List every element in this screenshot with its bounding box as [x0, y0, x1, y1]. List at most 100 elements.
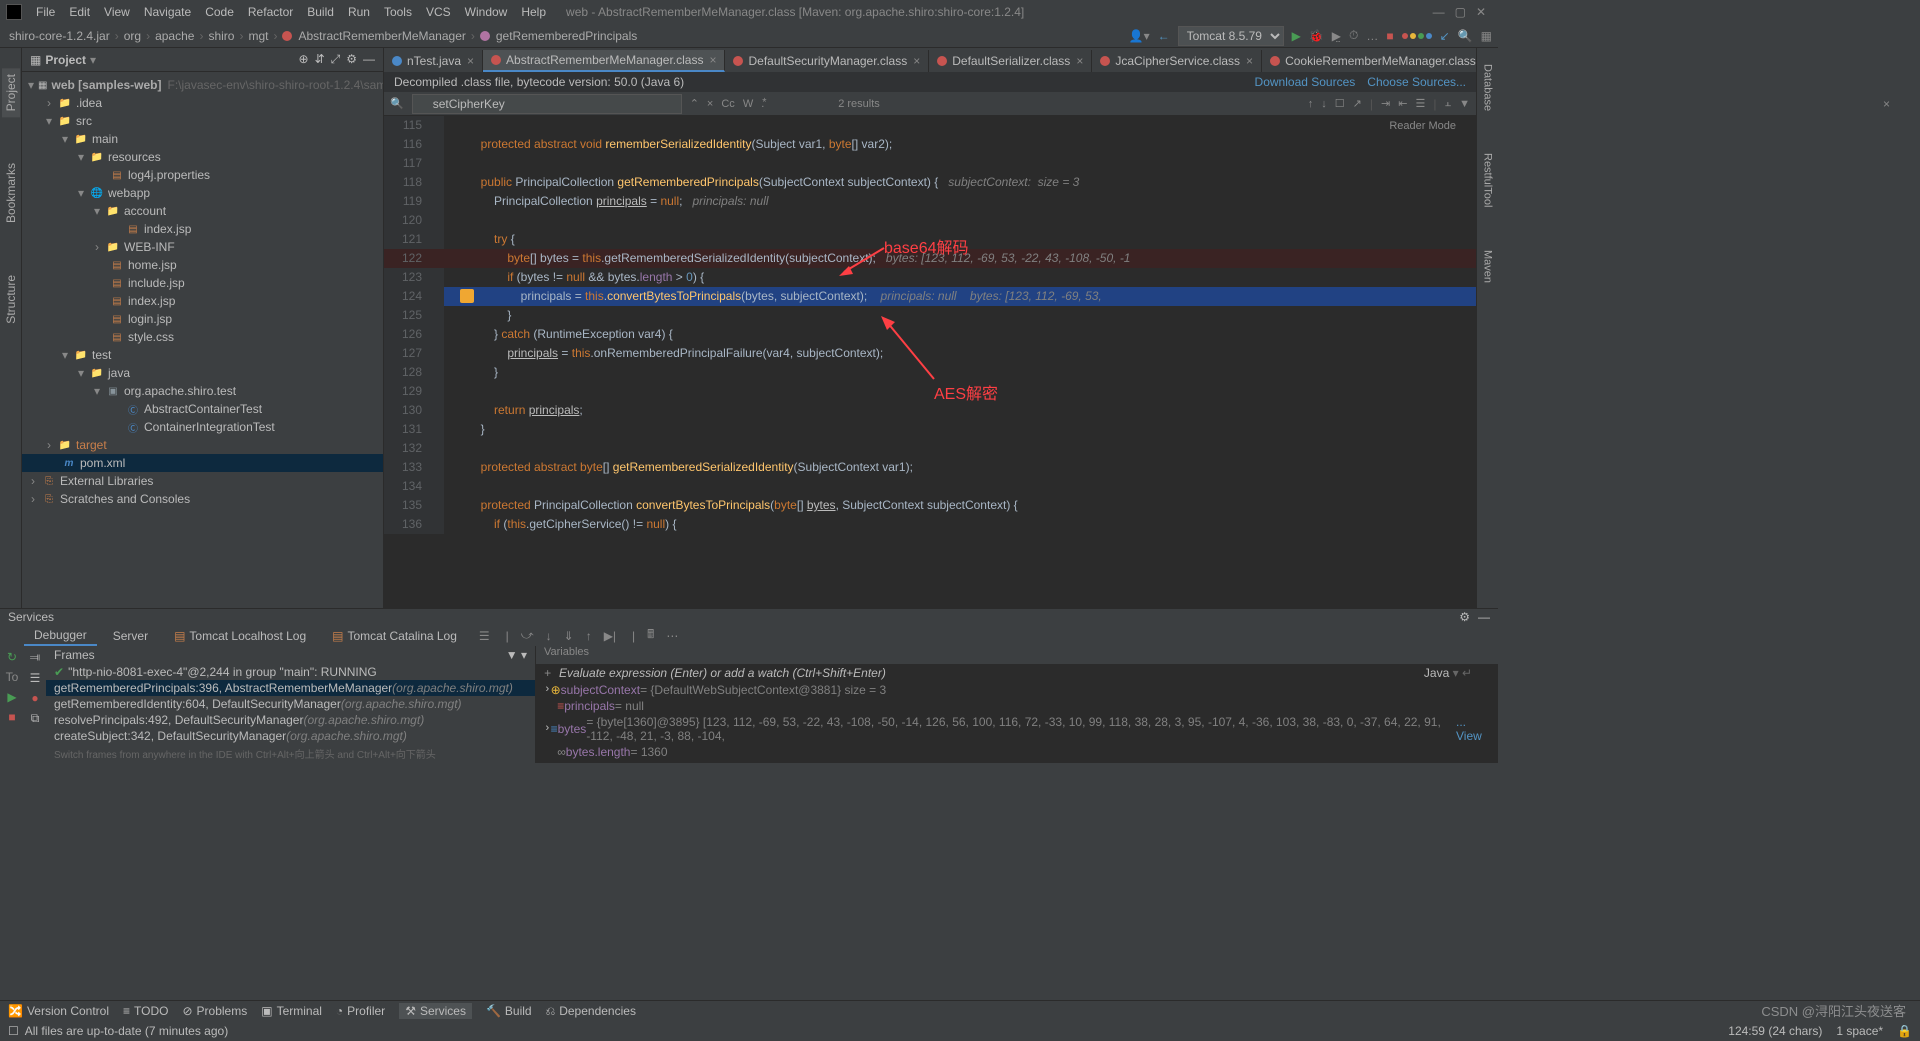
tomcat-icon[interactable]: To: [6, 670, 19, 684]
tab-defaultserializer[interactable]: DefaultSerializer.class×: [929, 50, 1092, 72]
tab-close-icon[interactable]: ×: [1246, 54, 1253, 68]
maximize-icon[interactable]: ▢: [1455, 5, 1466, 19]
run-config-select[interactable]: Tomcat 8.5.79: [1178, 26, 1284, 46]
filter4-icon[interactable]: ⫠: [1444, 97, 1451, 110]
menu-vcs[interactable]: VCS: [420, 3, 457, 21]
regex-icon[interactable]: .⃰: [761, 98, 764, 110]
view-more-link[interactable]: ... View: [1456, 715, 1490, 743]
var-row[interactable]: ∞ bytes.length = 1360: [536, 744, 1498, 760]
vcs-update-icon[interactable]: ↙: [1440, 29, 1450, 43]
var-row[interactable]: ≡ principals = null: [536, 698, 1498, 714]
btm-version-control[interactable]: 🔀 Version Control: [8, 1004, 109, 1018]
settings-icon[interactable]: ⚙: [346, 52, 357, 67]
tree-idea[interactable]: .idea: [76, 96, 102, 110]
run-to-cursor-icon[interactable]: ▶|: [604, 629, 616, 643]
tree-root[interactable]: web [samples-web]: [51, 78, 161, 92]
crumb-shiro[interactable]: shiro: [205, 29, 237, 43]
tab-defaultsecurity[interactable]: DefaultSecurityManager.class×: [725, 50, 929, 72]
svc-tab-debugger[interactable]: Debugger: [24, 626, 97, 646]
filter-funnel-icon[interactable]: ▼: [1459, 98, 1470, 110]
user-icon[interactable]: 👤▾: [1129, 29, 1150, 43]
tree-loginjsp[interactable]: login.jsp: [128, 312, 172, 326]
svc-tab-localhost-log[interactable]: ▤Tomcat Localhost Log: [164, 627, 316, 645]
frame-row[interactable]: resolvePrincipals:492, DefaultSecurityMa…: [46, 712, 535, 728]
tree-webinf[interactable]: WEB-INF: [124, 240, 175, 254]
btm-problems[interactable]: ⊘ Problems: [182, 1004, 247, 1018]
close-icon[interactable]: ✕: [1476, 5, 1486, 19]
services-hide-icon[interactable]: —: [1478, 610, 1490, 624]
filter3-icon[interactable]: ☰: [1415, 97, 1425, 110]
search-icon[interactable]: 🔍: [390, 97, 404, 110]
event-log-icon[interactable]: ☐: [8, 1024, 19, 1038]
tree-pkg[interactable]: org.apache.shiro.test: [124, 384, 236, 398]
caret-position[interactable]: 124:59 (24 chars): [1728, 1024, 1822, 1038]
evaluate-icon[interactable]: 🖩: [647, 625, 654, 646]
frames-dropdown-icon[interactable]: ▾: [521, 648, 527, 662]
menu-window[interactable]: Window: [459, 3, 514, 21]
tree-main[interactable]: main: [92, 132, 118, 146]
indent-info[interactable]: 1 space*: [1836, 1024, 1883, 1038]
step-over-icon[interactable]: ⤻: [521, 628, 534, 643]
tab-ntest[interactable]: nTest.java×: [384, 50, 483, 72]
frames-filter-icon[interactable]: ▼: [506, 648, 518, 662]
tab-abstractremember[interactable]: AbstractRememberMeManager.class×: [483, 50, 725, 72]
tree-abstract-container[interactable]: AbstractContainerTest: [144, 402, 262, 416]
tab-structure[interactable]: Structure: [2, 269, 20, 330]
crumb-mgt[interactable]: mgt: [245, 29, 271, 43]
var-row[interactable]: › ≡ bytes = {byte[1360]@3895} [123, 112,…: [536, 714, 1498, 744]
filter1-icon[interactable]: ⇥: [1381, 97, 1390, 110]
btm-build[interactable]: 🔨 Build: [486, 1004, 532, 1018]
crumb-method[interactable]: getRememberedPrincipals: [493, 29, 640, 43]
menu-refactor[interactable]: Refactor: [242, 3, 299, 21]
menu-edit[interactable]: Edit: [63, 3, 96, 21]
expand-all-icon[interactable]: ⇵: [315, 52, 325, 67]
search-input[interactable]: [412, 94, 682, 114]
filter2-icon[interactable]: ⇤: [1398, 97, 1407, 110]
hide-icon[interactable]: —: [363, 52, 375, 67]
project-select-icon[interactable]: ▦: [30, 53, 41, 67]
menu-build[interactable]: Build: [301, 3, 340, 21]
tree-container-integration[interactable]: ContainerIntegrationTest: [144, 420, 275, 434]
stack-icon[interactable]: ☰: [30, 671, 41, 685]
more-icon[interactable]: ⋯: [666, 629, 678, 643]
tab-restful[interactable]: RestfulTool: [1480, 147, 1496, 213]
prev-occurrence-icon[interactable]: ⌃: [690, 97, 699, 110]
crumb-jar[interactable]: shiro-core-1.2.4.jar: [6, 29, 113, 43]
download-sources-link[interactable]: Download Sources: [1255, 75, 1356, 89]
code-area[interactable]: Reader Mode 115 116 protected abstract v…: [384, 116, 1476, 608]
menu-help[interactable]: Help: [515, 3, 552, 21]
var-row[interactable]: › ⊕ subjectContext = {DefaultWebSubjectC…: [536, 682, 1498, 698]
stop-icon[interactable]: ■: [1386, 29, 1393, 43]
down-icon[interactable]: ↓: [1321, 98, 1327, 110]
tree-scratches[interactable]: Scratches and Consoles: [60, 492, 190, 506]
tab-close-icon[interactable]: ×: [467, 54, 474, 68]
tab-maven[interactable]: Maven: [1480, 244, 1496, 289]
tree-test[interactable]: test: [92, 348, 111, 362]
match-case-icon[interactable]: Cc: [721, 98, 734, 110]
step-out-icon[interactable]: ↑: [586, 629, 592, 643]
force-step-icon[interactable]: ⇓: [564, 629, 574, 643]
words-icon[interactable]: W: [743, 98, 753, 110]
tab-close-icon[interactable]: ×: [913, 54, 920, 68]
tab-close-icon[interactable]: ×: [709, 53, 716, 67]
tab-project[interactable]: Project: [2, 68, 20, 117]
tree-external-libraries[interactable]: External Libraries: [60, 474, 153, 488]
up-icon[interactable]: ↑: [1308, 98, 1314, 110]
btm-dependencies[interactable]: ⎌ Dependencies: [546, 1004, 636, 1019]
view-bp-icon[interactable]: ⧉: [31, 711, 40, 726]
frame-row[interactable]: createSubject:342, DefaultSecurityManage…: [46, 728, 535, 744]
step-into-icon[interactable]: ↓: [546, 629, 552, 643]
tree-indexjsp1[interactable]: index.jsp: [144, 222, 191, 236]
filter-icon[interactable]: ⫥: [30, 650, 40, 665]
menu-file[interactable]: File: [30, 3, 61, 21]
stop-process-icon[interactable]: ■: [8, 710, 15, 724]
menu-run[interactable]: Run: [342, 3, 376, 21]
tree-src[interactable]: src: [76, 114, 92, 128]
services-settings-icon[interactable]: ⚙: [1459, 610, 1470, 624]
layout-icon[interactable]: ☰: [479, 629, 490, 643]
mute-bp-icon[interactable]: ●: [31, 691, 38, 705]
tree-resources[interactable]: resources: [108, 150, 161, 164]
frame-row[interactable]: getRememberedIdentity:604, DefaultSecuri…: [46, 696, 535, 712]
btm-terminal[interactable]: ▣ Terminal: [261, 1004, 322, 1018]
tree-includejsp[interactable]: include.jsp: [128, 276, 185, 290]
